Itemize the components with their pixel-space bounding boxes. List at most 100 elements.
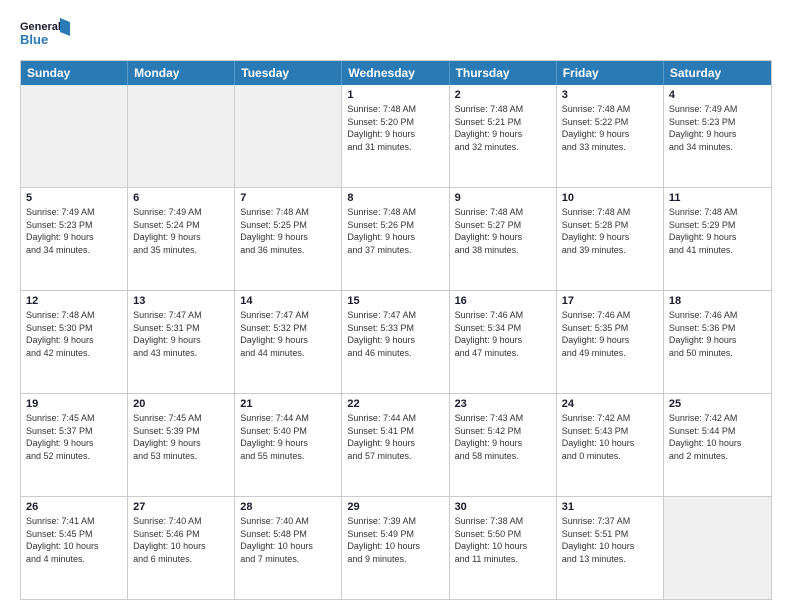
cell-text: Sunrise: 7:48 AM Sunset: 5:30 PM Dayligh… [26,309,122,359]
calendar-cell: 6 Sunrise: 7:49 AM Sunset: 5:24 PM Daylig… [128,188,235,290]
calendar-cell: 22 Sunrise: 7:44 AM Sunset: 5:41 PM Dayli… [342,394,449,496]
day-number: 3 [562,89,658,101]
calendar-cell: 18 Sunrise: 7:46 AM Sunset: 5:36 PM Dayli… [664,291,771,393]
calendar-cell: 7 Sunrise: 7:48 AM Sunset: 5:25 PM Daylig… [235,188,342,290]
day-number: 5 [26,192,122,204]
day-number: 25 [669,398,766,410]
calendar-cell [21,85,128,187]
cell-text: Sunrise: 7:48 AM Sunset: 5:27 PM Dayligh… [455,206,551,256]
day-number: 31 [562,501,658,513]
cell-text: Sunrise: 7:49 AM Sunset: 5:24 PM Dayligh… [133,206,229,256]
cell-text: Sunrise: 7:48 AM Sunset: 5:29 PM Dayligh… [669,206,766,256]
calendar-header-cell: Saturday [664,61,771,85]
calendar-cell: 1 Sunrise: 7:48 AM Sunset: 5:20 PM Daylig… [342,85,449,187]
cell-text: Sunrise: 7:38 AM Sunset: 5:50 PM Dayligh… [455,515,551,565]
calendar-header-cell: Monday [128,61,235,85]
calendar-cell: 2 Sunrise: 7:48 AM Sunset: 5:21 PM Daylig… [450,85,557,187]
calendar-cell [128,85,235,187]
calendar-cell: 19 Sunrise: 7:45 AM Sunset: 5:37 PM Dayli… [21,394,128,496]
day-number: 10 [562,192,658,204]
calendar-cell: 26Sunrise: 7:41 AM Sunset: 5:45 PM Dayli… [21,497,128,599]
calendar-body: 1 Sunrise: 7:48 AM Sunset: 5:20 PM Daylig… [21,85,771,599]
cell-text: Sunrise: 7:43 AM Sunset: 5:42 PM Dayligh… [455,412,551,462]
calendar-cell: 10 Sunrise: 7:48 AM Sunset: 5:28 PM Dayli… [557,188,664,290]
day-number: 9 [455,192,551,204]
calendar-cell: 4Sunrise: 7:49 AM Sunset: 5:23 PM Daylig… [664,85,771,187]
calendar-cell: 11 Sunrise: 7:48 AM Sunset: 5:29 PM Dayli… [664,188,771,290]
cell-text: Sunrise: 7:44 AM Sunset: 5:41 PM Dayligh… [347,412,443,462]
day-number: 11 [669,192,766,204]
day-number: 28 [240,501,336,513]
calendar-header-cell: Wednesday [342,61,449,85]
day-number: 18 [669,295,766,307]
calendar-header-cell: Friday [557,61,664,85]
cell-text: Sunrise: 7:40 AM Sunset: 5:46 PM Dayligh… [133,515,229,565]
day-number: 1 [347,89,443,101]
calendar-cell: 29Sunrise: 7:39 AM Sunset: 5:49 PM Dayli… [342,497,449,599]
calendar-header-cell: Thursday [450,61,557,85]
svg-text:Blue: Blue [20,32,48,47]
cell-text: Sunrise: 7:48 AM Sunset: 5:28 PM Dayligh… [562,206,658,256]
cell-text: Sunrise: 7:41 AM Sunset: 5:45 PM Dayligh… [26,515,122,565]
calendar-cell: 24 Sunrise: 7:42 AM Sunset: 5:43 PM Dayli… [557,394,664,496]
day-number: 14 [240,295,336,307]
calendar-cell: 16 Sunrise: 7:46 AM Sunset: 5:34 PM Dayli… [450,291,557,393]
cell-text: Sunrise: 7:37 AM Sunset: 5:51 PM Dayligh… [562,515,658,565]
calendar-cell: 23 Sunrise: 7:43 AM Sunset: 5:42 PM Dayli… [450,394,557,496]
page: General Blue SundayMondayTuesdayWednesda… [0,0,792,612]
cell-text: Sunrise: 7:48 AM Sunset: 5:25 PM Dayligh… [240,206,336,256]
cell-text: Sunrise: 7:44 AM Sunset: 5:40 PM Dayligh… [240,412,336,462]
day-number: 12 [26,295,122,307]
day-number: 30 [455,501,551,513]
cell-text: Sunrise: 7:45 AM Sunset: 5:37 PM Dayligh… [26,412,122,462]
day-number: 19 [26,398,122,410]
cell-text: Sunrise: 7:42 AM Sunset: 5:43 PM Dayligh… [562,412,658,462]
day-number: 23 [455,398,551,410]
cell-text: Sunrise: 7:46 AM Sunset: 5:34 PM Dayligh… [455,309,551,359]
day-number: 21 [240,398,336,410]
calendar-cell: 31 Sunrise: 7:37 AM Sunset: 5:51 PM Dayli… [557,497,664,599]
day-number: 8 [347,192,443,204]
calendar-cell: 30 Sunrise: 7:38 AM Sunset: 5:50 PM Dayli… [450,497,557,599]
calendar-cell: 9 Sunrise: 7:48 AM Sunset: 5:27 PM Daylig… [450,188,557,290]
calendar-cell: 17Sunrise: 7:46 AM Sunset: 5:35 PM Dayli… [557,291,664,393]
day-number: 29 [347,501,443,513]
cell-text: Sunrise: 7:48 AM Sunset: 5:22 PM Dayligh… [562,103,658,153]
cell-text: Sunrise: 7:48 AM Sunset: 5:20 PM Dayligh… [347,103,443,153]
logo: General Blue [20,16,70,52]
calendar: SundayMondayTuesdayWednesdayThursdayFrid… [20,60,772,600]
cell-text: Sunrise: 7:49 AM Sunset: 5:23 PM Dayligh… [26,206,122,256]
day-number: 22 [347,398,443,410]
day-number: 24 [562,398,658,410]
day-number: 13 [133,295,229,307]
cell-text: Sunrise: 7:48 AM Sunset: 5:21 PM Dayligh… [455,103,551,153]
cell-text: Sunrise: 7:42 AM Sunset: 5:44 PM Dayligh… [669,412,766,462]
calendar-cell: 21 Sunrise: 7:44 AM Sunset: 5:40 PM Dayli… [235,394,342,496]
day-number: 2 [455,89,551,101]
calendar-cell: 25 Sunrise: 7:42 AM Sunset: 5:44 PM Dayli… [664,394,771,496]
calendar-cell: 28Sunrise: 7:40 AM Sunset: 5:48 PM Dayli… [235,497,342,599]
day-number: 20 [133,398,229,410]
day-number: 6 [133,192,229,204]
calendar-cell: 13Sunrise: 7:47 AM Sunset: 5:31 PM Dayli… [128,291,235,393]
calendar-cell: 14 Sunrise: 7:47 AM Sunset: 5:32 PM Dayli… [235,291,342,393]
cell-text: Sunrise: 7:47 AM Sunset: 5:32 PM Dayligh… [240,309,336,359]
calendar-row: 1 Sunrise: 7:48 AM Sunset: 5:20 PM Daylig… [21,85,771,187]
header: General Blue [20,16,772,52]
calendar-row: 12 Sunrise: 7:48 AM Sunset: 5:30 PM Dayli… [21,290,771,393]
calendar-cell: 12 Sunrise: 7:48 AM Sunset: 5:30 PM Dayli… [21,291,128,393]
day-number: 16 [455,295,551,307]
cell-text: Sunrise: 7:49 AM Sunset: 5:23 PM Dayligh… [669,103,766,153]
day-number: 17 [562,295,658,307]
day-number: 15 [347,295,443,307]
calendar-cell [235,85,342,187]
calendar-header: SundayMondayTuesdayWednesdayThursdayFrid… [21,61,771,85]
calendar-cell: 20Sunrise: 7:45 AM Sunset: 5:39 PM Dayli… [128,394,235,496]
calendar-row: 26Sunrise: 7:41 AM Sunset: 5:45 PM Dayli… [21,496,771,599]
cell-text: Sunrise: 7:48 AM Sunset: 5:26 PM Dayligh… [347,206,443,256]
logo-svg: General Blue [20,16,70,52]
day-number: 7 [240,192,336,204]
cell-text: Sunrise: 7:47 AM Sunset: 5:33 PM Dayligh… [347,309,443,359]
cell-text: Sunrise: 7:46 AM Sunset: 5:36 PM Dayligh… [669,309,766,359]
calendar-cell: 27Sunrise: 7:40 AM Sunset: 5:46 PM Dayli… [128,497,235,599]
